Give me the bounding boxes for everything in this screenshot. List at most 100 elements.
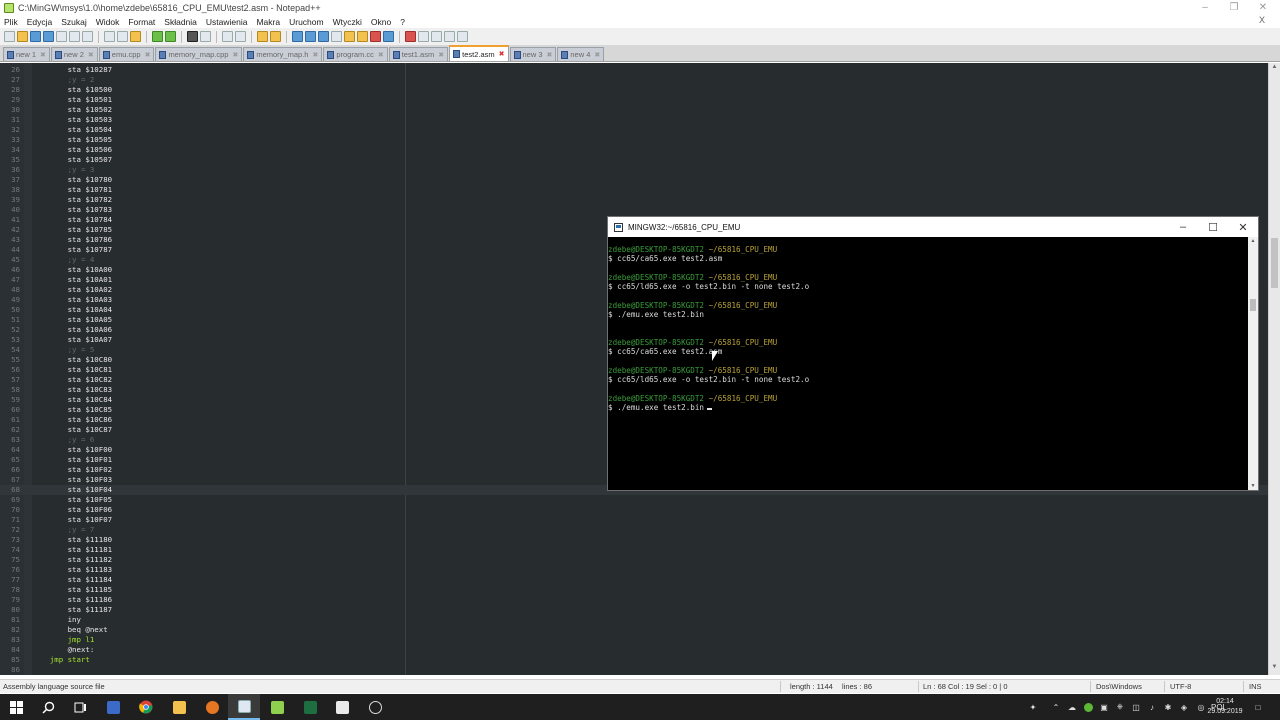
code-line[interactable]: 86: [0, 665, 1268, 675]
code-line[interactable]: 77 sta $11184: [0, 575, 1268, 585]
bluetooth-icon[interactable]: ✱: [1162, 694, 1174, 720]
tab-new-3[interactable]: new 3 ✖: [509, 47, 557, 61]
monitoring-icon[interactable]: [383, 31, 394, 42]
menu-szukaj[interactable]: Szukaj: [61, 17, 87, 27]
zoom-in-icon[interactable]: [222, 31, 233, 42]
sync-horizontal-icon[interactable]: [270, 31, 281, 42]
close-window-button[interactable]: ✕: [1243, 0, 1280, 15]
notepad-titlebar[interactable]: C:\MinGW\msys\1.0\home\zdebe\65816_CPU_E…: [0, 0, 1280, 15]
code-line[interactable]: 84 @next:: [0, 645, 1268, 655]
zoom-out-icon[interactable]: [235, 31, 246, 42]
code-line[interactable]: 69 sta $10F05: [0, 495, 1268, 505]
show-hidden-icons-icon[interactable]: ⌃: [1050, 694, 1062, 720]
start-button[interactable]: [0, 694, 32, 720]
nvidia-icon[interactable]: [1082, 694, 1094, 720]
tab-close-icon[interactable]: ✖: [232, 51, 238, 59]
cloud-icon[interactable]: ☁: [1066, 694, 1078, 720]
doc-map-icon[interactable]: [344, 31, 355, 42]
code-line[interactable]: 76 sta $11183: [0, 565, 1268, 575]
indent-guide-icon[interactable]: [318, 31, 329, 42]
tab-close-icon[interactable]: ✖: [547, 51, 553, 59]
code-line[interactable]: 31 sta $10503: [0, 115, 1268, 125]
code-line[interactable]: 35 sta $10507: [0, 155, 1268, 165]
code-line[interactable]: 78 sta $11185: [0, 585, 1268, 595]
replace-icon[interactable]: [200, 31, 211, 42]
code-line[interactable]: 33 sta $10505: [0, 135, 1268, 145]
tab-close-icon[interactable]: ✖: [145, 51, 151, 59]
taskbar-calculator[interactable]: [326, 694, 358, 720]
code-line[interactable]: 37 sta $10780: [0, 175, 1268, 185]
menu-format[interactable]: Format: [128, 17, 155, 27]
tab-memory-map-h[interactable]: memory_map.h ✖: [243, 47, 323, 61]
taskbar-app-1[interactable]: [97, 694, 129, 720]
tab-test1-asm[interactable]: test1.asm ✖: [388, 47, 449, 61]
terminal-scrollbar[interactable]: ▲ ▼: [1248, 237, 1258, 490]
tab-new-2[interactable]: new 2 ✖: [50, 47, 98, 61]
scroll-down-icon[interactable]: ▼: [1269, 664, 1280, 674]
taskbar-app-3[interactable]: [359, 694, 391, 720]
menu-makra[interactable]: Makra: [256, 17, 280, 27]
code-line[interactable]: 32 sta $10504: [0, 125, 1268, 135]
show-all-chars-icon[interactable]: [305, 31, 316, 42]
tab-close-icon[interactable]: ✖: [40, 51, 46, 59]
folder-workspace-icon[interactable]: [370, 31, 381, 42]
function-list-icon[interactable]: [357, 31, 368, 42]
menu-uruchom[interactable]: Uruchom: [289, 17, 323, 27]
code-line[interactable]: 80 sta $11187: [0, 605, 1268, 615]
open-file-icon[interactable]: [17, 31, 28, 42]
code-line[interactable]: 30 sta $10502: [0, 105, 1268, 115]
code-line[interactable]: 29 sta $10501: [0, 95, 1268, 105]
code-line[interactable]: 26 sta $10287: [0, 65, 1268, 75]
dropbox-icon[interactable]: ◈: [1178, 694, 1190, 720]
tab-close-icon[interactable]: ✖: [312, 51, 318, 59]
code-line[interactable]: 83 jmp l1: [0, 635, 1268, 645]
terminal-output[interactable]: zdebe@DESKTOP-85KGDT2 ~/65816_CPU_EMU $ c…: [608, 237, 1248, 490]
close-all-icon[interactable]: [69, 31, 80, 42]
tab-new-4[interactable]: new 4 ✖: [557, 47, 605, 61]
search-button[interactable]: [32, 694, 64, 720]
taskbar-explorer[interactable]: [163, 694, 195, 720]
tab-close-icon[interactable]: ✖: [378, 51, 384, 59]
scroll-down-icon[interactable]: ▼: [1248, 483, 1258, 489]
cut-icon[interactable]: [104, 31, 115, 42]
mingw-terminal-window[interactable]: MINGW32:~/65816_CPU_EMU – ☐ ✕ zdebe@DESK…: [607, 216, 1259, 491]
play-macro-icon[interactable]: [431, 31, 442, 42]
save-macro-icon[interactable]: [457, 31, 468, 42]
code-line[interactable]: 38 sta $10781: [0, 185, 1268, 195]
network-icon[interactable]: ◫: [1130, 694, 1142, 720]
code-line[interactable]: 72 ;y = 7: [0, 525, 1268, 535]
print-icon[interactable]: [82, 31, 93, 42]
menu-help[interactable]: ?: [400, 17, 405, 27]
terminal-titlebar[interactable]: MINGW32:~/65816_CPU_EMU – ☐ ✕: [608, 217, 1258, 237]
code-line[interactable]: 81 iny: [0, 615, 1268, 625]
menu-plik[interactable]: Plik: [4, 17, 18, 27]
code-line[interactable]: 34 sta $10506: [0, 145, 1268, 155]
tab-close-icon[interactable]: ✖: [88, 51, 94, 59]
copy-icon[interactable]: [117, 31, 128, 42]
code-line[interactable]: 36 ;y = 3: [0, 165, 1268, 175]
code-line[interactable]: 79 sta $11186: [0, 595, 1268, 605]
paste-icon[interactable]: [130, 31, 141, 42]
stop-macro-icon[interactable]: [418, 31, 429, 42]
taskbar-app-2[interactable]: [196, 694, 228, 720]
people-icon[interactable]: ✦: [1026, 694, 1040, 720]
task-view-button[interactable]: [64, 694, 96, 720]
tab-emu-cpp[interactable]: emu.cpp ✖: [98, 47, 155, 61]
usb-icon[interactable]: ⎈: [1114, 694, 1126, 720]
code-line[interactable]: 28 sta $10500: [0, 85, 1268, 95]
tab-close-icon[interactable]: ✖: [438, 51, 444, 59]
code-line[interactable]: 70 sta $10F06: [0, 505, 1268, 515]
tab-program-cc[interactable]: program.cc ✖: [323, 47, 388, 61]
tab-close-icon[interactable]: ✖: [499, 50, 505, 58]
code-line[interactable]: 71 sta $10F07: [0, 515, 1268, 525]
save-all-icon[interactable]: [43, 31, 54, 42]
play-macro-multiple-icon[interactable]: [444, 31, 455, 42]
code-line[interactable]: 75 sta $11182: [0, 555, 1268, 565]
security-icon[interactable]: ▣: [1098, 694, 1110, 720]
clock[interactable]: 02:14 29.09.2019: [1204, 697, 1246, 717]
menu-widok[interactable]: Widok: [96, 17, 120, 27]
code-line[interactable]: 27 ;y = 2: [0, 75, 1268, 85]
scrollbar-thumb[interactable]: [1271, 238, 1278, 288]
undo-icon[interactable]: [152, 31, 163, 42]
notifications-icon[interactable]: □: [1250, 694, 1266, 720]
